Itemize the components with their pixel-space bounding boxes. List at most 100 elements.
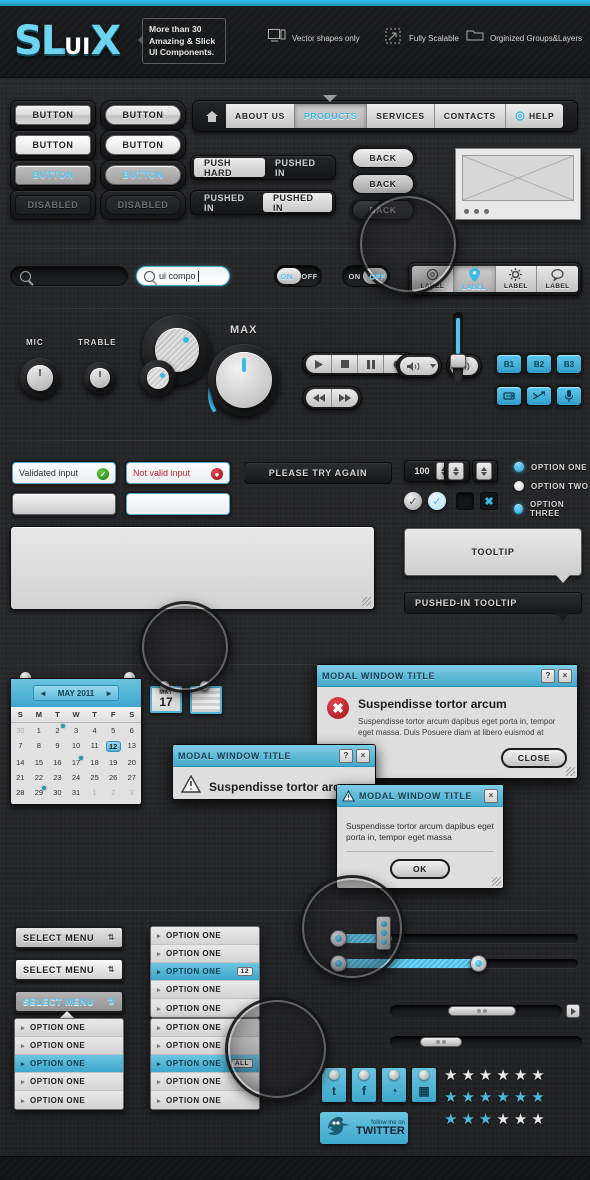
calendar-day[interactable]: 27 [122, 770, 141, 785]
back-button-normal[interactable]: BACK [352, 148, 414, 168]
button-round-normal[interactable]: BUTTON [105, 105, 181, 125]
calendar-day[interactable]: 18 [85, 755, 104, 770]
mic-icon[interactable] [556, 386, 582, 406]
button-square-normal[interactable]: BUTTON [15, 105, 91, 125]
star-icon[interactable]: ★ [461, 1068, 474, 1083]
slider-range-handle-right[interactable] [470, 955, 487, 972]
segment-pushed-in-b[interactable]: PUSHED IN [263, 193, 332, 213]
list-item-selected[interactable]: ▸ OPTION ONE [15, 1055, 123, 1073]
slider-handle[interactable] [330, 930, 347, 947]
select-menu-active[interactable]: SELECT MENU ⇅ [14, 990, 124, 1013]
social-facebook-tag[interactable]: f [352, 1068, 376, 1102]
scrollbar-thumb[interactable] [448, 1006, 516, 1016]
search-input-filled[interactable]: ui compo [136, 266, 230, 286]
calendar-day[interactable]: 6 [122, 723, 141, 738]
slider-vertical-handle[interactable] [376, 916, 391, 950]
list-item[interactable]: ▸ OPTION ONE [151, 927, 259, 945]
scrollbar-horizontal-2[interactable] [390, 1036, 582, 1048]
label-button-location[interactable]: LABEL [453, 266, 496, 292]
calendar-day[interactable]: 24 [67, 770, 86, 785]
list-item[interactable]: ▸ OPTION ONE [151, 1073, 259, 1091]
radio-option-one[interactable]: OPTION ONE [514, 462, 587, 472]
calendar-day[interactable]: 5 [104, 723, 123, 738]
calendar-day[interactable]: 31 [67, 785, 86, 800]
radio-option-three[interactable]: OPTION THREE [514, 500, 590, 518]
repeat-icon[interactable] [496, 386, 522, 406]
calendar-day[interactable]: 8 [30, 738, 49, 755]
calendar-next-button[interactable]: ► [105, 689, 113, 698]
label-button-settings[interactable]: LABEL [495, 266, 538, 292]
list-item[interactable]: ▸ OPTION ONE [151, 999, 259, 1017]
nav-item-services[interactable]: SERVICES [367, 104, 435, 128]
social-twitter-tag[interactable]: t [322, 1068, 346, 1102]
calendar-day[interactable]: 22 [30, 770, 49, 785]
twitter-follow-badge[interactable]: follow me on TWITTER [320, 1112, 408, 1144]
calendar-day[interactable]: 25 [85, 770, 104, 785]
checkbox-round-checked[interactable]: ✓ [404, 492, 422, 510]
star-icon[interactable]: ★ [514, 1112, 527, 1127]
label-button-comments[interactable]: LABEL [537, 266, 578, 292]
calendar-prev-button[interactable]: ◄ [39, 689, 47, 698]
calendar-day[interactable]: 26 [104, 770, 123, 785]
calendar-day[interactable]: 17 [67, 755, 86, 770]
star-icon[interactable]: ★ [461, 1090, 474, 1105]
slider-range[interactable] [330, 959, 578, 968]
bank-button-b2[interactable]: B2 [526, 354, 552, 374]
star-rating-row-3[interactable]: ★ ★ ★ ★ ★ ★ [444, 1112, 545, 1127]
star-icon[interactable]: ★ [531, 1112, 544, 1127]
nav-item-contacts[interactable]: CONTACTS [434, 104, 506, 128]
calendar-day[interactable]: 15 [30, 755, 49, 770]
scrollbar-thumb[interactable] [420, 1037, 462, 1047]
stepper-spinner[interactable] [476, 462, 492, 480]
star-icon[interactable]: ★ [479, 1112, 492, 1127]
list-item[interactable]: ▸ OPTION ONE [15, 1019, 123, 1037]
calendar-day[interactable]: 19 [104, 755, 123, 770]
scrollbar-arrow-right[interactable] [566, 1004, 580, 1018]
modal-3-resize-handle[interactable] [492, 877, 501, 886]
calendar-day[interactable]: 10 [67, 738, 86, 755]
nav-item-products[interactable]: PRODUCTS [295, 104, 368, 128]
star-icon[interactable]: ★ [514, 1090, 527, 1105]
resize-handle[interactable] [362, 597, 371, 606]
list-item[interactable]: ▸ OPTION ONE [15, 1037, 123, 1055]
pause-icon[interactable] [358, 355, 384, 373]
calendar-day[interactable]: 21 [11, 770, 30, 785]
select-menu-hover[interactable]: SELECT MENU ⇅ [14, 958, 124, 981]
calendar-day[interactable]: 29 [30, 785, 49, 800]
button-round-hover[interactable]: BUTTON [105, 135, 181, 155]
calendar-day[interactable]: 3 [122, 785, 141, 800]
list-item[interactable]: ▸ OPTION ONE [151, 981, 259, 999]
shuffle-icon[interactable] [526, 386, 552, 406]
select-menu-normal[interactable]: SELECT MENU ⇅ [14, 926, 124, 949]
knob-small-mid[interactable] [140, 360, 176, 396]
calendar-day[interactable]: 30 [48, 785, 67, 800]
calendar-day[interactable]: 28 [11, 785, 30, 800]
calendar-day[interactable]: 1 [85, 785, 104, 800]
button-square-active[interactable]: BUTTON [15, 165, 91, 185]
nav-item-help[interactable]: HELP [505, 104, 564, 128]
calendar-day[interactable]: 1 [30, 723, 49, 738]
volume-vertical-track[interactable] [450, 312, 466, 382]
calendar-day[interactable]: 14 [11, 755, 30, 770]
star-icon[interactable]: ★ [444, 1068, 457, 1083]
volume-dropdown[interactable] [396, 354, 442, 378]
star-icon[interactable]: ★ [496, 1090, 509, 1105]
star-icon[interactable]: ★ [479, 1090, 492, 1105]
modal-3-ok-button[interactable]: OK [390, 859, 450, 879]
x-icon[interactable]: ✖ [480, 492, 498, 510]
calendar-day[interactable]: 16 [48, 755, 67, 770]
star-rating-row-2[interactable]: ★ ★ ★ ★ ★ ★ [444, 1090, 545, 1105]
list-item-selected[interactable]: ▸ OPTION ONE 12 [151, 963, 259, 981]
calendar-day[interactable]: 7 [11, 738, 30, 755]
calendar-day[interactable]: 3 [67, 723, 86, 738]
input-field-focus[interactable] [12, 493, 116, 515]
modal-1-close-action[interactable]: CLOSE [501, 748, 567, 768]
star-icon[interactable]: ★ [514, 1068, 527, 1083]
modal-2-help-button[interactable]: ? [339, 748, 353, 763]
button-square-hover[interactable]: BUTTON [15, 135, 91, 155]
list-item[interactable]: ▸ OPTION ONE [151, 1019, 259, 1037]
segment-pushed-in[interactable]: PUSHED IN [265, 158, 332, 178]
knob-trable[interactable] [84, 362, 116, 394]
forward-icon[interactable] [332, 389, 358, 407]
calendar-day[interactable]: 4 [85, 723, 104, 738]
